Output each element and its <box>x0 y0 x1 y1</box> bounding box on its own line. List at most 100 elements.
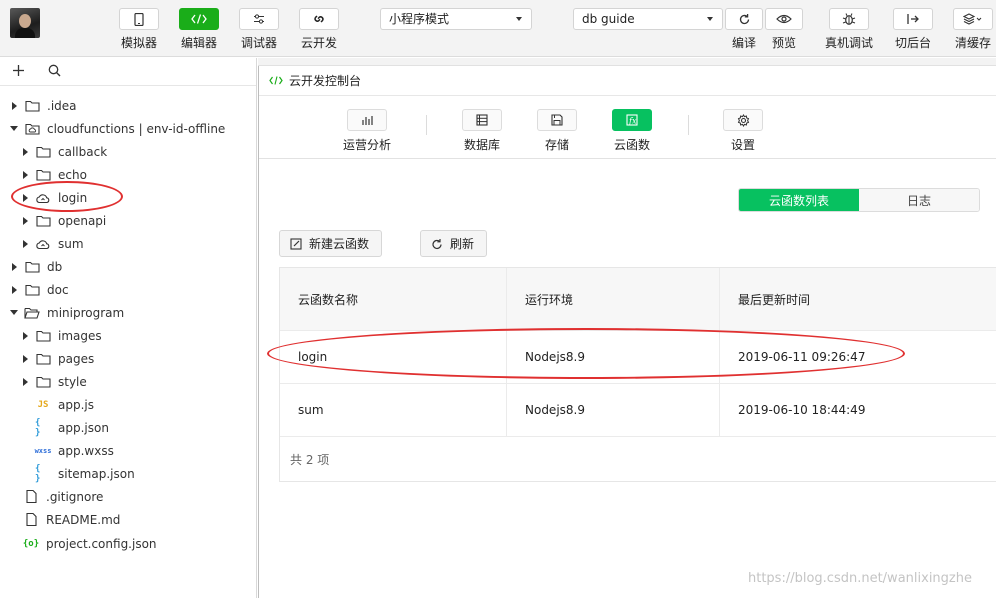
config-file-icon: {o} <box>22 538 40 549</box>
view-switcher: 云函数列表 日志 <box>738 188 980 212</box>
bar-chart-icon <box>347 109 387 131</box>
tree-item-cloudfunctions[interactable]: cloudfunctions | env-id-offline <box>0 117 256 140</box>
tab-cloud-functions[interactable]: fx 云函数 <box>612 109 652 153</box>
chevron-right-icon <box>21 193 29 202</box>
tree-item-label: cloudfunctions | env-id-offline <box>47 121 226 136</box>
file-icon <box>23 490 39 504</box>
tree-item-openapi[interactable]: openapi <box>0 209 256 232</box>
tree-item-label: project.config.json <box>46 536 157 551</box>
exit-icon <box>893 8 933 30</box>
search-icon[interactable] <box>48 64 61 80</box>
chevron-down-icon <box>516 17 522 21</box>
column-header-runtime: 运行环境 <box>507 268 720 330</box>
tree-item-project-config[interactable]: {o} project.config.json <box>0 532 256 555</box>
folder-icon <box>35 329 51 343</box>
refresh-icon <box>432 238 442 249</box>
column-header-updated: 最后更新时间 <box>738 292 811 307</box>
preview-label: 预览 <box>771 36 796 50</box>
compile-label: 编译 <box>731 36 756 50</box>
folder-icon <box>24 99 40 113</box>
background-label: 切后台 <box>894 36 931 50</box>
tree-item-doc[interactable]: doc <box>0 278 256 301</box>
tab-label: 云函数 <box>613 138 650 152</box>
tree-item-sitemap-json[interactable]: { } sitemap.json <box>0 462 256 485</box>
add-icon[interactable] <box>12 64 25 80</box>
function-icon: fx <box>612 109 652 131</box>
mode-select-value: 小程序模式 <box>389 12 450 26</box>
clear-cache-button[interactable]: 清缓存 <box>953 8 993 51</box>
tab-label: 运营分析 <box>343 138 392 152</box>
remote-debug-button[interactable]: 真机调试 <box>825 8 873 51</box>
tree-item-gitignore[interactable]: .gitignore <box>0 485 256 508</box>
user-avatar[interactable] <box>10 8 40 38</box>
folder-icon <box>35 214 51 228</box>
debugger-label: 调试器 <box>240 36 277 50</box>
tab-database[interactable]: 数据库 <box>462 109 502 153</box>
refresh-button[interactable]: 刷新 <box>420 230 488 257</box>
segment-logs[interactable]: 日志 <box>859 189 979 211</box>
tree-item-app-json[interactable]: { } app.json <box>0 416 256 439</box>
console-title: 云开发控制台 <box>289 74 362 88</box>
tree-item-label: app.wxss <box>58 443 114 458</box>
tab-label: 数据库 <box>463 138 500 152</box>
chevron-right-icon <box>10 101 18 110</box>
tab-storage[interactable]: 存储 <box>537 109 577 153</box>
tree-item-label: pages <box>58 351 95 366</box>
tree-item-login[interactable]: login <box>0 186 256 209</box>
tree-item-idea[interactable]: .idea <box>0 94 256 117</box>
tree-item-miniprogram[interactable]: miniprogram <box>0 301 256 324</box>
chevron-right-icon <box>10 262 18 271</box>
tree-item-sum[interactable]: sum <box>0 232 256 255</box>
debugger-button[interactable]: 调试器 <box>239 8 279 51</box>
new-function-label: 新建云函数 <box>309 237 370 251</box>
console-title-bar: 云开发控制台 <box>259 66 996 96</box>
tree-item-callback[interactable]: callback <box>0 140 256 163</box>
tree-item-db[interactable]: db <box>0 255 256 278</box>
simulator-button[interactable]: 模拟器 <box>119 8 159 51</box>
cloud-folder-icon <box>24 122 40 136</box>
folder-icon <box>24 283 40 297</box>
remote-debug-label: 真机调试 <box>825 36 874 50</box>
file-explorer: .idea cloudfunctions | env-id-offline ca… <box>0 58 257 598</box>
tree-item-label: style <box>58 374 87 389</box>
project-select[interactable]: db guide <box>573 8 723 30</box>
chevron-right-icon <box>21 239 29 248</box>
tree-item-label: app.json <box>58 420 109 435</box>
code-icon <box>179 8 219 30</box>
mode-select[interactable]: 小程序模式 <box>380 8 532 30</box>
updated-time-cell: 2019-06-10 18:44:49 <box>738 403 866 417</box>
chevron-right-icon <box>21 377 29 386</box>
layers-icon <box>953 8 993 30</box>
tree-item-echo[interactable]: echo <box>0 163 256 186</box>
functions-table: 云函数名称 运行环境 最后更新时间 login Nodejs8.9 2019-0… <box>279 267 996 482</box>
project-select-value: db guide <box>582 12 635 26</box>
chevron-right-icon <box>10 285 18 294</box>
tree-item-images[interactable]: images <box>0 324 256 347</box>
compile-button[interactable]: 编译 <box>725 8 763 51</box>
open-folder-icon <box>24 306 40 320</box>
editor-button[interactable]: 编辑器 <box>179 8 219 51</box>
tree-item-pages[interactable]: pages <box>0 347 256 370</box>
editor-label: 编辑器 <box>180 36 217 50</box>
new-function-button[interactable]: 新建云函数 <box>279 230 383 257</box>
tree-item-app-js[interactable]: JS app.js <box>0 393 256 416</box>
cloud-dev-button[interactable]: 云开发 <box>299 8 339 51</box>
table-row[interactable]: login Nodejs8.9 2019-06-11 09:26:47 <box>280 331 996 384</box>
segment-function-list[interactable]: 云函数列表 <box>739 189 859 211</box>
tree-item-readme[interactable]: README.md <box>0 508 256 531</box>
background-button[interactable]: 切后台 <box>893 8 933 51</box>
simulator-label: 模拟器 <box>120 36 157 50</box>
tab-settings[interactable]: 设置 <box>723 109 763 153</box>
tree-item-style[interactable]: style <box>0 370 256 393</box>
tree-item-app-wxss[interactable]: wxss app.wxss <box>0 439 256 462</box>
preview-button[interactable]: 预览 <box>765 8 803 51</box>
tree-item-label: login <box>58 190 88 205</box>
tab-analytics[interactable]: 运营分析 <box>343 109 391 153</box>
function-name-cell: login <box>280 331 507 383</box>
table-row[interactable]: sum Nodejs8.9 2019-06-10 18:44:49 <box>280 384 996 437</box>
chevron-right-icon <box>21 216 29 225</box>
tree-item-label: README.md <box>46 512 121 527</box>
edit-icon <box>290 237 302 250</box>
chevron-right-icon <box>21 170 29 179</box>
main-area: 云开发控制台 运营分析 数据库 存储 fx 云函数 设置 云函数列表 日志 新建… <box>258 58 996 598</box>
